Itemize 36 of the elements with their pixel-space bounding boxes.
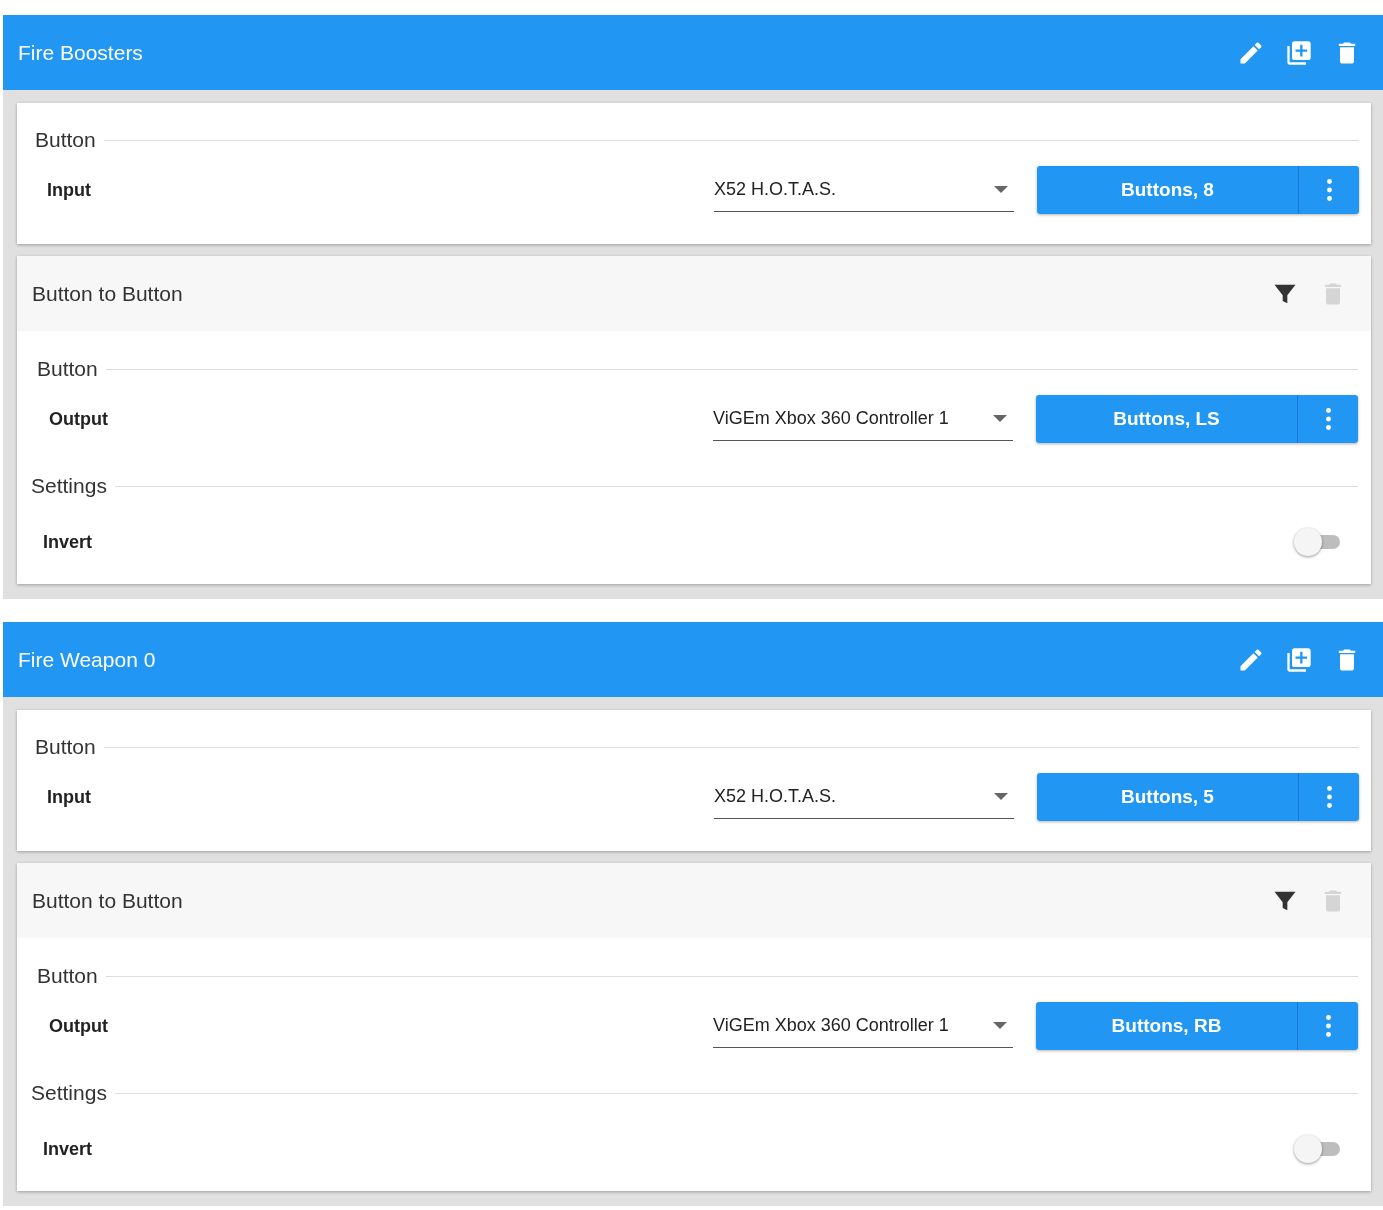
more-button[interactable] bbox=[1299, 166, 1359, 214]
setting-label: Invert bbox=[43, 531, 93, 553]
more-icon bbox=[1325, 408, 1331, 430]
row-label: Input bbox=[47, 786, 91, 808]
device-dropdown[interactable]: ViGEm Xbox 360 Controller 1 bbox=[713, 1004, 1013, 1048]
caret-icon bbox=[993, 415, 1007, 422]
setting-label: Invert bbox=[43, 1138, 93, 1160]
caret-icon bbox=[994, 793, 1008, 800]
section-heading: Button bbox=[37, 357, 98, 381]
row-label: Output bbox=[49, 408, 108, 430]
section-heading: Settings bbox=[31, 1081, 107, 1105]
section-heading: Button bbox=[37, 964, 98, 988]
caret-icon bbox=[994, 186, 1008, 193]
plugin-title: Button to Button bbox=[32, 281, 183, 306]
group-title: Fire Boosters bbox=[18, 40, 144, 65]
row-label: Input bbox=[47, 179, 91, 201]
section-heading: Button bbox=[35, 735, 96, 759]
toggle-switch[interactable] bbox=[1294, 1135, 1342, 1163]
more-button[interactable] bbox=[1299, 773, 1359, 821]
more-icon bbox=[1325, 1015, 1331, 1037]
section-heading: Settings bbox=[31, 474, 107, 498]
duplicate-icon[interactable] bbox=[1285, 38, 1313, 67]
toggle-switch[interactable] bbox=[1294, 528, 1342, 556]
duplicate-icon[interactable] bbox=[1285, 645, 1313, 674]
section-heading: Button bbox=[35, 128, 96, 152]
more-icon bbox=[1326, 786, 1332, 808]
device-dropdown[interactable]: X52 H.O.T.A.S. bbox=[714, 168, 1014, 212]
group-title: Fire Weapon 0 bbox=[18, 647, 157, 672]
plugin-title: Button to Button bbox=[32, 888, 183, 913]
more-button[interactable] bbox=[1298, 395, 1358, 443]
row-label: Output bbox=[49, 1015, 108, 1037]
caret-icon bbox=[993, 1022, 1007, 1029]
device-dropdown[interactable]: X52 H.O.T.A.S. bbox=[714, 775, 1014, 819]
device-dropdown[interactable]: ViGEm Xbox 360 Controller 1 bbox=[713, 397, 1013, 441]
more-icon bbox=[1326, 179, 1332, 201]
more-button[interactable] bbox=[1298, 1002, 1358, 1050]
